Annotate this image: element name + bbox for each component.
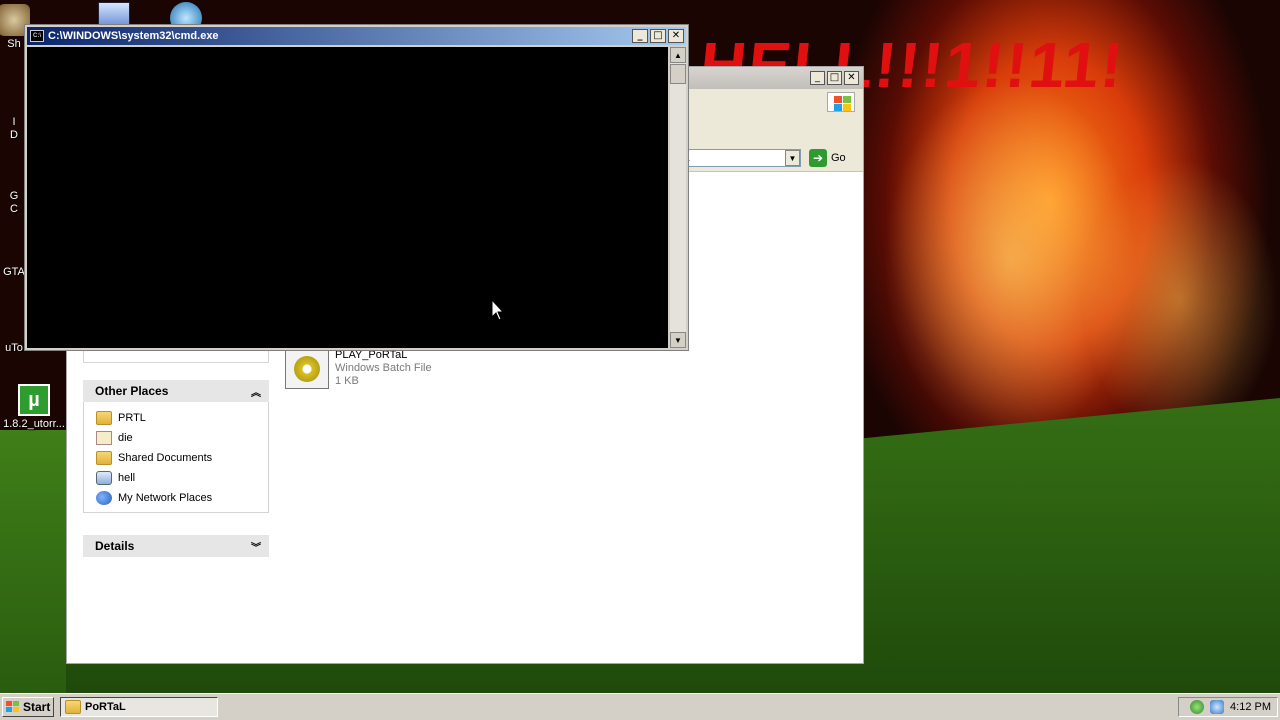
folder-icon <box>96 451 112 465</box>
scroll-thumb[interactable] <box>670 64 686 84</box>
place-die[interactable]: die <box>96 428 268 448</box>
windows-flag-icon <box>6 701 20 713</box>
maximize-button[interactable]: □ <box>650 29 666 43</box>
close-button[interactable]: ✕ <box>668 29 684 43</box>
go-arrow-icon: ➔ <box>809 149 827 167</box>
place-label: My Network Places <box>118 492 213 504</box>
network-tray-icon[interactable] <box>1190 700 1205 714</box>
cmd-window[interactable]: C:\ C:\WINDOWS\system32\cmd.exe _ □ ✕ ▲ … <box>24 24 689 351</box>
go-label: Go <box>831 152 846 164</box>
wallpaper-grass-left <box>0 430 66 693</box>
other-places-title: Other Places <box>95 384 169 398</box>
task-panel-partial <box>83 351 269 363</box>
console-output[interactable] <box>27 47 668 348</box>
close-button[interactable]: ✕ <box>844 71 859 85</box>
minimize-button[interactable]: _ <box>632 29 648 43</box>
address-dropdown-button[interactable]: ▼ <box>785 150 800 166</box>
console-icon: C:\ <box>30 30 44 42</box>
details-header[interactable]: Details ︾ <box>83 535 269 557</box>
clock[interactable]: 4:12 PM <box>1230 701 1271 713</box>
folder-icon <box>65 700 81 714</box>
taskbar-item-portal[interactable]: PoRTaL <box>60 697 218 717</box>
place-my-network-places[interactable]: My Network Places <box>96 488 268 508</box>
other-places-header[interactable]: Other Places ︽ <box>83 380 269 402</box>
other-places-list: PRTL die Shared Documents hell My Networ… <box>83 402 269 513</box>
mouse-cursor-icon <box>491 298 505 321</box>
file-info: PLAY_PoRTaL Windows Batch File 1 KB <box>335 349 432 389</box>
network-icon <box>96 491 112 505</box>
place-prtl[interactable]: PRTL <box>96 408 268 428</box>
window-controls: _ □ ✕ <box>810 71 859 85</box>
minimize-button[interactable]: _ <box>810 71 825 85</box>
taskbar-item-label: PoRTaL <box>85 701 126 713</box>
collapse-chevron-icon[interactable]: ︽ <box>251 384 261 399</box>
details-panel: Details ︾ <box>83 535 269 557</box>
batch-file-icon <box>285 349 329 389</box>
windows-logo-icon <box>827 92 855 112</box>
place-label: PRTL <box>118 412 146 424</box>
other-places-panel: Other Places ︽ PRTL die Shared Documents… <box>83 380 269 513</box>
details-title: Details <box>95 539 135 553</box>
go-button[interactable]: ➔ Go <box>809 149 846 167</box>
window-controls: _ □ ✕ <box>632 29 684 43</box>
desktop-icon-utorrent[interactable]: µ 1.8.2_utorr... <box>2 384 66 430</box>
taskbar: Start PoRTaL 4:12 PM <box>0 693 1280 720</box>
start-label: Start <box>23 700 51 714</box>
system-tray: 4:12 PM <box>1178 697 1278 717</box>
desktop-icon-label: 1.8.2_utorr... <box>3 418 65 430</box>
expand-chevron-icon[interactable]: ︾ <box>251 539 261 554</box>
place-label: die <box>118 432 133 444</box>
place-label: Shared Documents <box>118 452 213 464</box>
folder-icon <box>96 411 112 425</box>
cmd-titlebar[interactable]: C:\ C:\WINDOWS\system32\cmd.exe _ □ ✕ <box>27 27 686 45</box>
scroll-down-button[interactable]: ▼ <box>670 332 686 348</box>
maximize-button[interactable]: □ <box>827 71 842 85</box>
scroll-up-button[interactable]: ▲ <box>670 47 686 63</box>
place-label: hell <box>118 472 136 484</box>
place-shared-documents[interactable]: Shared Documents <box>96 448 268 468</box>
computer-icon <box>96 471 112 485</box>
connection-tray-icon[interactable] <box>1210 700 1225 714</box>
vertical-scrollbar[interactable]: ▲ ▼ <box>670 47 686 348</box>
cmd-title: C:\WINDOWS\system32\cmd.exe <box>48 30 219 42</box>
gear-icon <box>294 356 320 382</box>
file-type: Windows Batch File <box>335 362 432 374</box>
file-size: 1 KB <box>335 375 359 387</box>
utorrent-icon: µ <box>18 384 50 416</box>
document-folder-icon <box>96 431 112 445</box>
start-button[interactable]: Start <box>2 697 54 717</box>
file-item[interactable]: PLAY_PoRTaL Windows Batch File 1 KB <box>285 349 432 389</box>
place-hell[interactable]: hell <box>96 468 268 488</box>
